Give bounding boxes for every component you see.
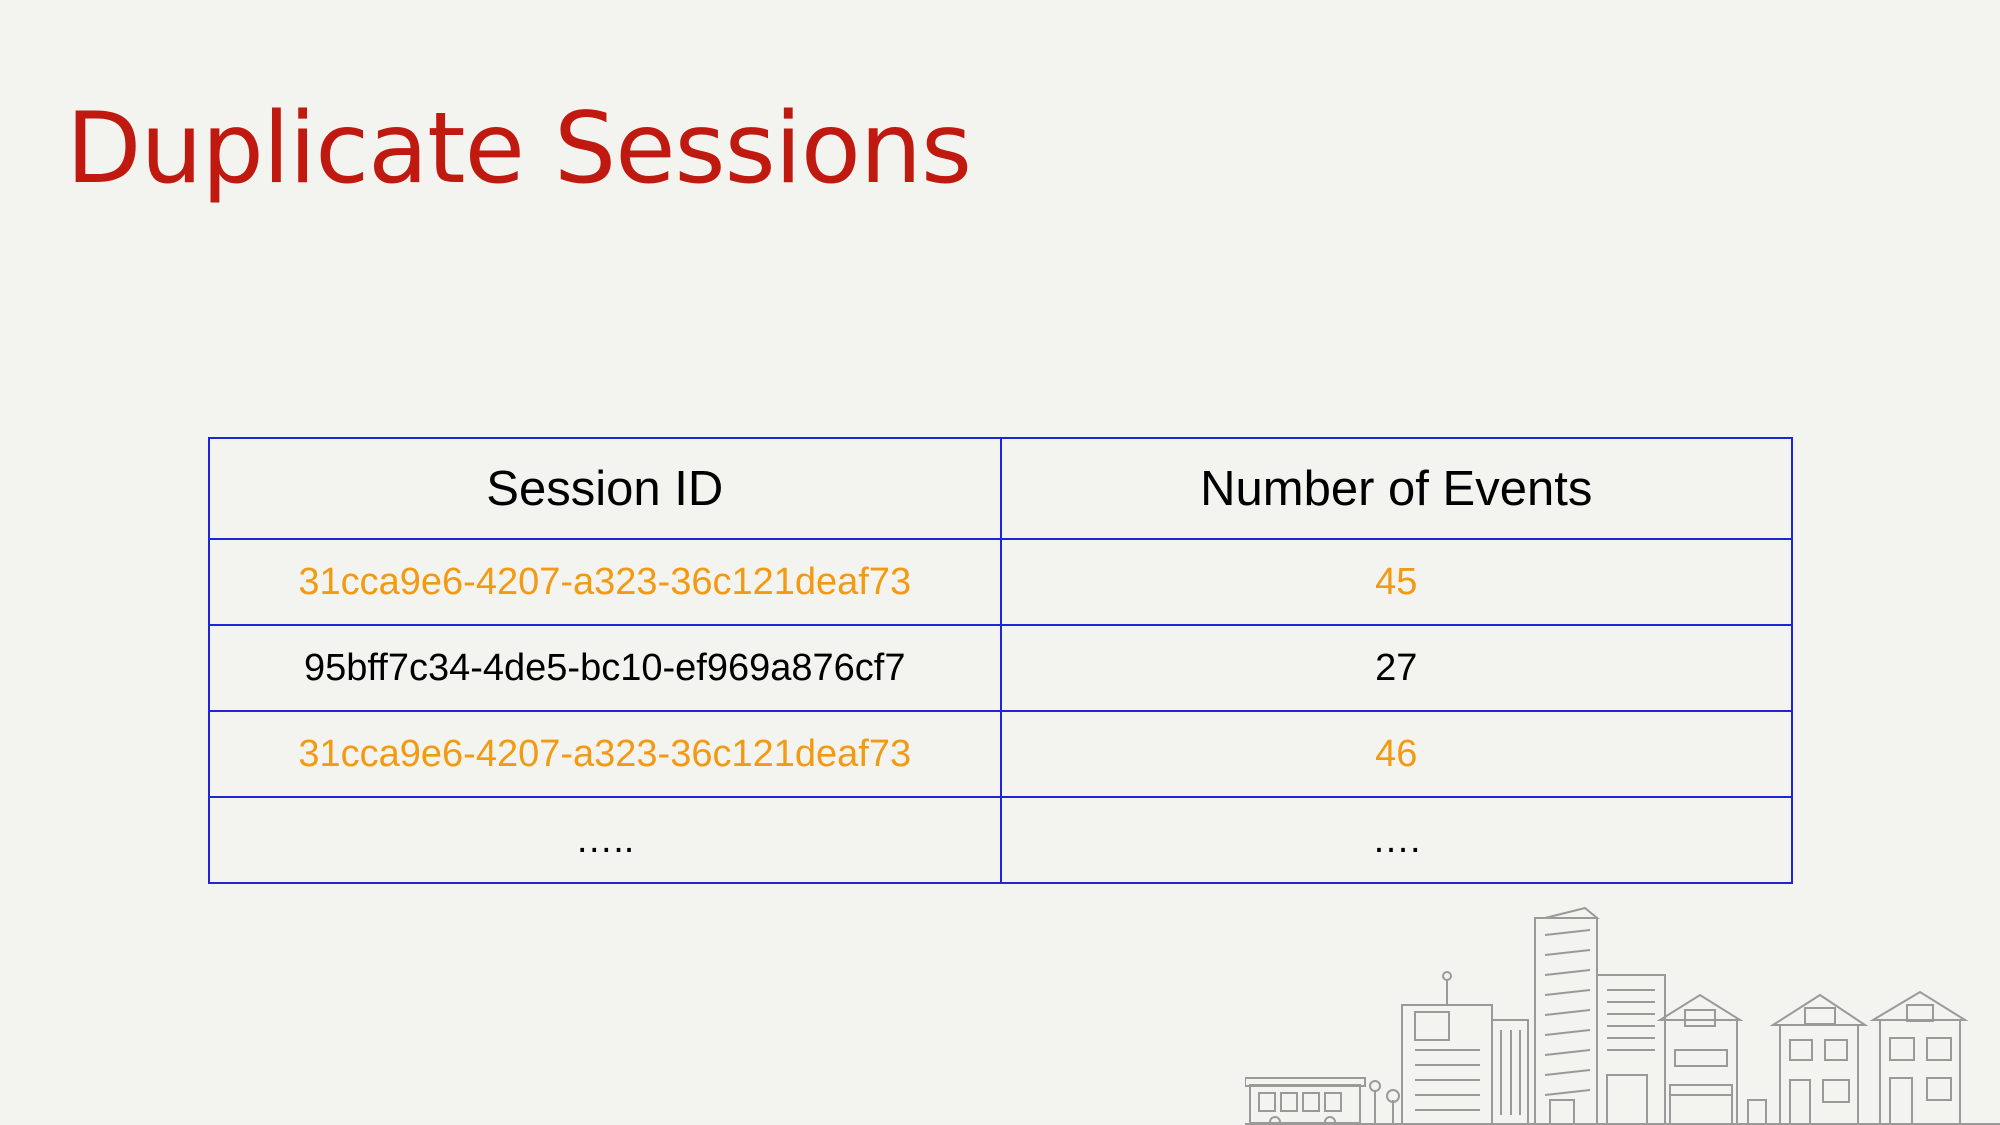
session-id-cell: 95bff7c34-4de5-bc10-ef969a876cf7 xyxy=(208,624,1002,712)
table-row: 95bff7c34-4de5-bc10-ef969a876cf7 27 xyxy=(208,624,1793,712)
table-row: ….. …. xyxy=(208,796,1793,884)
session-id-cell: ….. xyxy=(208,796,1002,884)
sessions-table: Session ID Number of Events 31cca9e6-420… xyxy=(208,437,1793,884)
table-row: 31cca9e6-4207-a323-36c121deaf73 46 xyxy=(208,710,1793,798)
tower-building-icon xyxy=(1534,906,1600,1125)
table-row: 31cca9e6-4207-a323-36c121deaf73 45 xyxy=(208,538,1793,626)
house-icon xyxy=(1869,990,1969,1125)
table-header-row: Session ID Number of Events xyxy=(208,437,1793,540)
house-icon xyxy=(1769,993,1869,1125)
column-header-number-of-events: Number of Events xyxy=(999,437,1793,540)
shop-building-icon xyxy=(1245,1077,1366,1125)
event-count-cell: 46 xyxy=(999,710,1793,798)
city-skyline-illustration xyxy=(1245,906,2000,1125)
office-building-icon xyxy=(1401,971,1493,1125)
column-header-session-id: Session ID xyxy=(208,437,1002,540)
session-id-cell: 31cca9e6-4207-a323-36c121deaf73 xyxy=(208,538,1002,626)
apartment-building-icon xyxy=(1596,974,1666,1125)
slide-title: Duplicate Sessions xyxy=(66,92,972,206)
house-icon xyxy=(1656,993,1744,1125)
event-count-cell: 45 xyxy=(999,538,1793,626)
event-count-cell: 27 xyxy=(999,624,1793,712)
event-count-cell: …. xyxy=(999,796,1793,884)
session-id-cell: 31cca9e6-4207-a323-36c121deaf73 xyxy=(208,710,1002,798)
